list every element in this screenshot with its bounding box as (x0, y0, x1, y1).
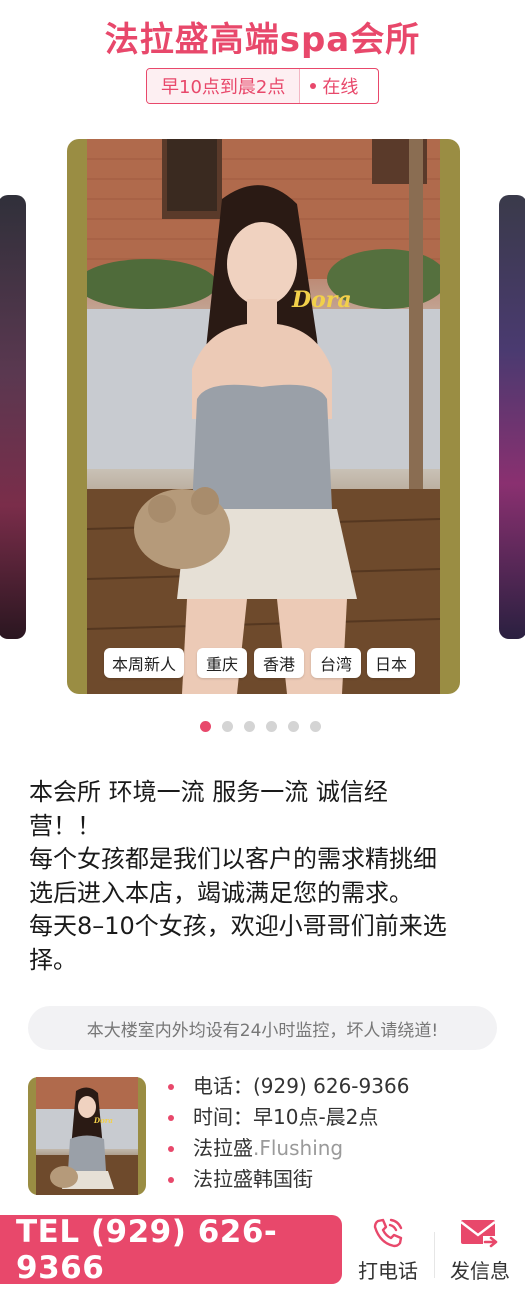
bullet-icon (168, 1145, 174, 1152)
tag-japan: 日本 (367, 648, 415, 678)
list-item: 时间：早10点-晨2点 (168, 1102, 409, 1133)
bullet-icon (168, 1114, 174, 1121)
description-line: 选后进入本店，竭诚满足您的需求。 (29, 878, 413, 907)
list-item: 法拉盛韩国街 (168, 1164, 409, 1195)
bullet-icon (168, 1176, 174, 1183)
tag-chongqing: 重庆 (197, 648, 247, 678)
description-line: 每天8–10个女孩，欢迎小哥哥们前来选 (29, 912, 447, 940)
photo-watermark: Dora (291, 287, 352, 313)
contact-time: 时间：早10点-晨2点 (193, 1105, 379, 1129)
call-button[interactable]: 打电话 (343, 1214, 433, 1284)
bullet-icon (168, 1083, 174, 1090)
contact-info-list: 电话：(929) 626-9366 时间：早10点-晨2点 法拉盛 .Flushi… (168, 1071, 409, 1195)
hours-status-pill: 早10点到晨2点 在线 (146, 68, 379, 104)
carousel-dot[interactable] (288, 721, 299, 732)
online-status: 在线 (300, 69, 358, 103)
security-notice: 本大楼室内外均设有24小时监控，坏人请绕道! (28, 1006, 497, 1050)
thumbnail-watermark: Dora (93, 1116, 113, 1125)
call-label: 打电话 (358, 1259, 418, 1283)
contact-thumbnail: Dora (28, 1077, 146, 1195)
description-line: 择。 (29, 945, 77, 974)
contact-location: 法拉盛 (193, 1136, 253, 1160)
description-line: 每个女孩都是我们以客户的需求精挑细 (29, 845, 437, 873)
profile-photo: Dora (87, 139, 440, 694)
carousel-pagination (200, 721, 321, 732)
carousel-dot[interactable] (310, 721, 321, 732)
tag-new-this-week: 本周新人 (104, 648, 184, 678)
message-label: 发信息 (450, 1259, 510, 1283)
phone-icon (373, 1218, 403, 1248)
description-line: 营！！ (29, 811, 101, 840)
description: 本会所 环境一流 服务一流 诚信经 营！！ 每个女孩都是我们以客户的需求精挑细 … (29, 776, 499, 977)
carousel-prev-card[interactable] (0, 195, 26, 639)
carousel-next-card[interactable] (499, 195, 525, 639)
tag-hongkong: 香港 (254, 648, 304, 678)
mail-send-icon (460, 1220, 499, 1248)
online-status-label: 在线 (322, 77, 359, 98)
page-title: 法拉盛高端spa会所 (104, 20, 421, 60)
business-hours: 早10点到晨2点 (147, 69, 301, 103)
carousel-dot[interactable] (222, 721, 233, 732)
contact-location-suffix: .Flushing (253, 1136, 344, 1160)
online-dot-icon (310, 83, 317, 89)
list-item[interactable]: 电话：(929) 626-9366 (168, 1071, 409, 1102)
description-line: 本会所 环境一流 服务一流 诚信经 (29, 778, 388, 806)
message-button[interactable]: 发信息 (435, 1214, 525, 1284)
list-item: 法拉盛 .Flushing (168, 1133, 409, 1164)
contact-phone: 电话：(929) 626-9366 (193, 1074, 410, 1098)
carousel-dot[interactable] (244, 721, 255, 732)
carousel-main-card[interactable]: Dora (67, 139, 460, 694)
tel-button[interactable]: TEL (929) 626-9366 (0, 1214, 342, 1286)
tag-taiwan: 台湾 (311, 648, 361, 678)
carousel-dot[interactable] (200, 721, 211, 732)
carousel-dot[interactable] (266, 721, 277, 732)
contact-area: 法拉盛韩国街 (193, 1167, 313, 1191)
